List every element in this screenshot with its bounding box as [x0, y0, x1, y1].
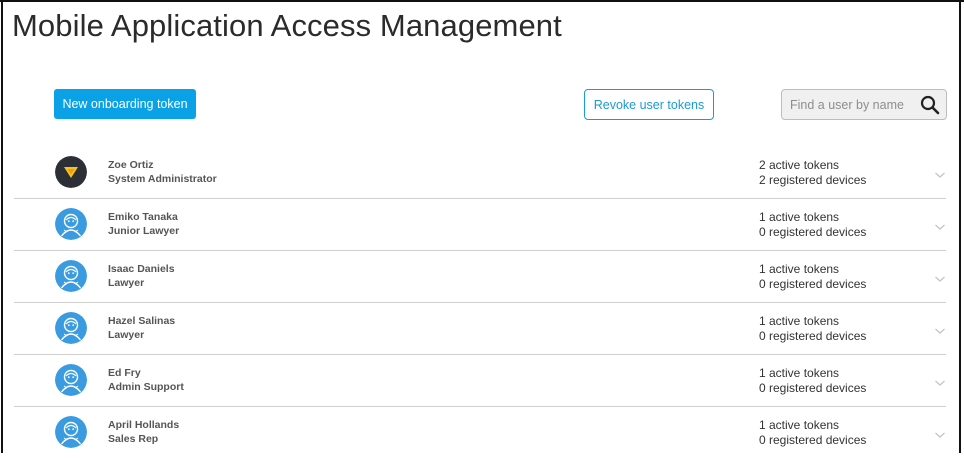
user-row[interactable]: April Hollands Sales Rep 1 active tokens… [14, 407, 946, 458]
user-list: Zoe Ortiz System Administrator 2 active … [14, 147, 946, 458]
registered-devices-count: 2 registered devices [759, 173, 867, 187]
chevron-down-icon[interactable] [934, 375, 946, 386]
user-row[interactable]: Zoe Ortiz System Administrator 2 active … [14, 147, 946, 199]
user-avatar-icon [55, 260, 87, 292]
registered-devices-count: 0 registered devices [759, 329, 867, 343]
registered-devices-count: 0 registered devices [759, 433, 867, 447]
active-tokens-count: 1 active tokens [759, 210, 840, 224]
user-row[interactable]: Hazel Salinas Lawyer 1 active tokens 0 r… [14, 303, 946, 355]
registered-devices-count: 0 registered devices [759, 277, 867, 291]
active-tokens-count: 1 active tokens [759, 418, 840, 432]
revoke-user-tokens-button[interactable]: Revoke user tokens [584, 89, 714, 120]
user-name: Emiko Tanaka [108, 211, 178, 223]
user-avatar-icon [55, 364, 87, 396]
user-role: Sales Rep [108, 433, 159, 445]
user-role: Junior Lawyer [108, 225, 180, 237]
active-tokens-count: 1 active tokens [759, 314, 840, 328]
chevron-down-icon[interactable] [934, 167, 946, 178]
active-tokens-count: 1 active tokens [759, 366, 840, 380]
user-avatar-icon [55, 312, 87, 344]
user-name: April Hollands [108, 419, 180, 431]
user-role: Admin Support [108, 381, 184, 393]
user-row[interactable]: Ed Fry Admin Support 1 active tokens 0 r… [14, 355, 946, 407]
user-name: Hazel Salinas [108, 315, 176, 327]
search-icon[interactable] [920, 95, 940, 115]
user-role: Lawyer [108, 329, 145, 341]
user-avatar-icon [55, 208, 87, 240]
user-row[interactable]: Emiko Tanaka Junior Lawyer 1 active toke… [14, 199, 946, 251]
active-tokens-count: 1 active tokens [759, 262, 840, 276]
user-avatar-icon [55, 416, 87, 448]
registered-devices-count: 0 registered devices [759, 225, 867, 239]
user-name: Ed Fry [108, 367, 141, 379]
chevron-down-icon[interactable] [934, 219, 946, 230]
chevron-down-icon[interactable] [934, 323, 946, 334]
avatar [55, 156, 87, 188]
new-onboarding-token-button[interactable]: New onboarding token [54, 89, 196, 119]
user-role: System Administrator [108, 173, 217, 185]
user-row[interactable]: Isaac Daniels Lawyer 1 active tokens 0 r… [14, 251, 946, 303]
avatar [55, 260, 87, 292]
user-role: Lawyer [108, 277, 145, 289]
chevron-down-icon[interactable] [934, 271, 946, 282]
avatar [55, 312, 87, 344]
registered-devices-count: 0 registered devices [759, 381, 867, 395]
avatar [55, 416, 87, 448]
user-name: Isaac Daniels [108, 263, 175, 275]
page-title: Mobile Application Access Management [12, 8, 562, 43]
user-name: Zoe Ortiz [108, 159, 154, 171]
active-tokens-count: 2 active tokens [759, 158, 840, 172]
search-input[interactable] [790, 96, 908, 114]
chevron-down-icon[interactable] [934, 427, 946, 438]
avatar [55, 364, 87, 396]
brand-logo-icon [55, 156, 87, 188]
avatar [55, 208, 87, 240]
user-search [781, 89, 947, 120]
